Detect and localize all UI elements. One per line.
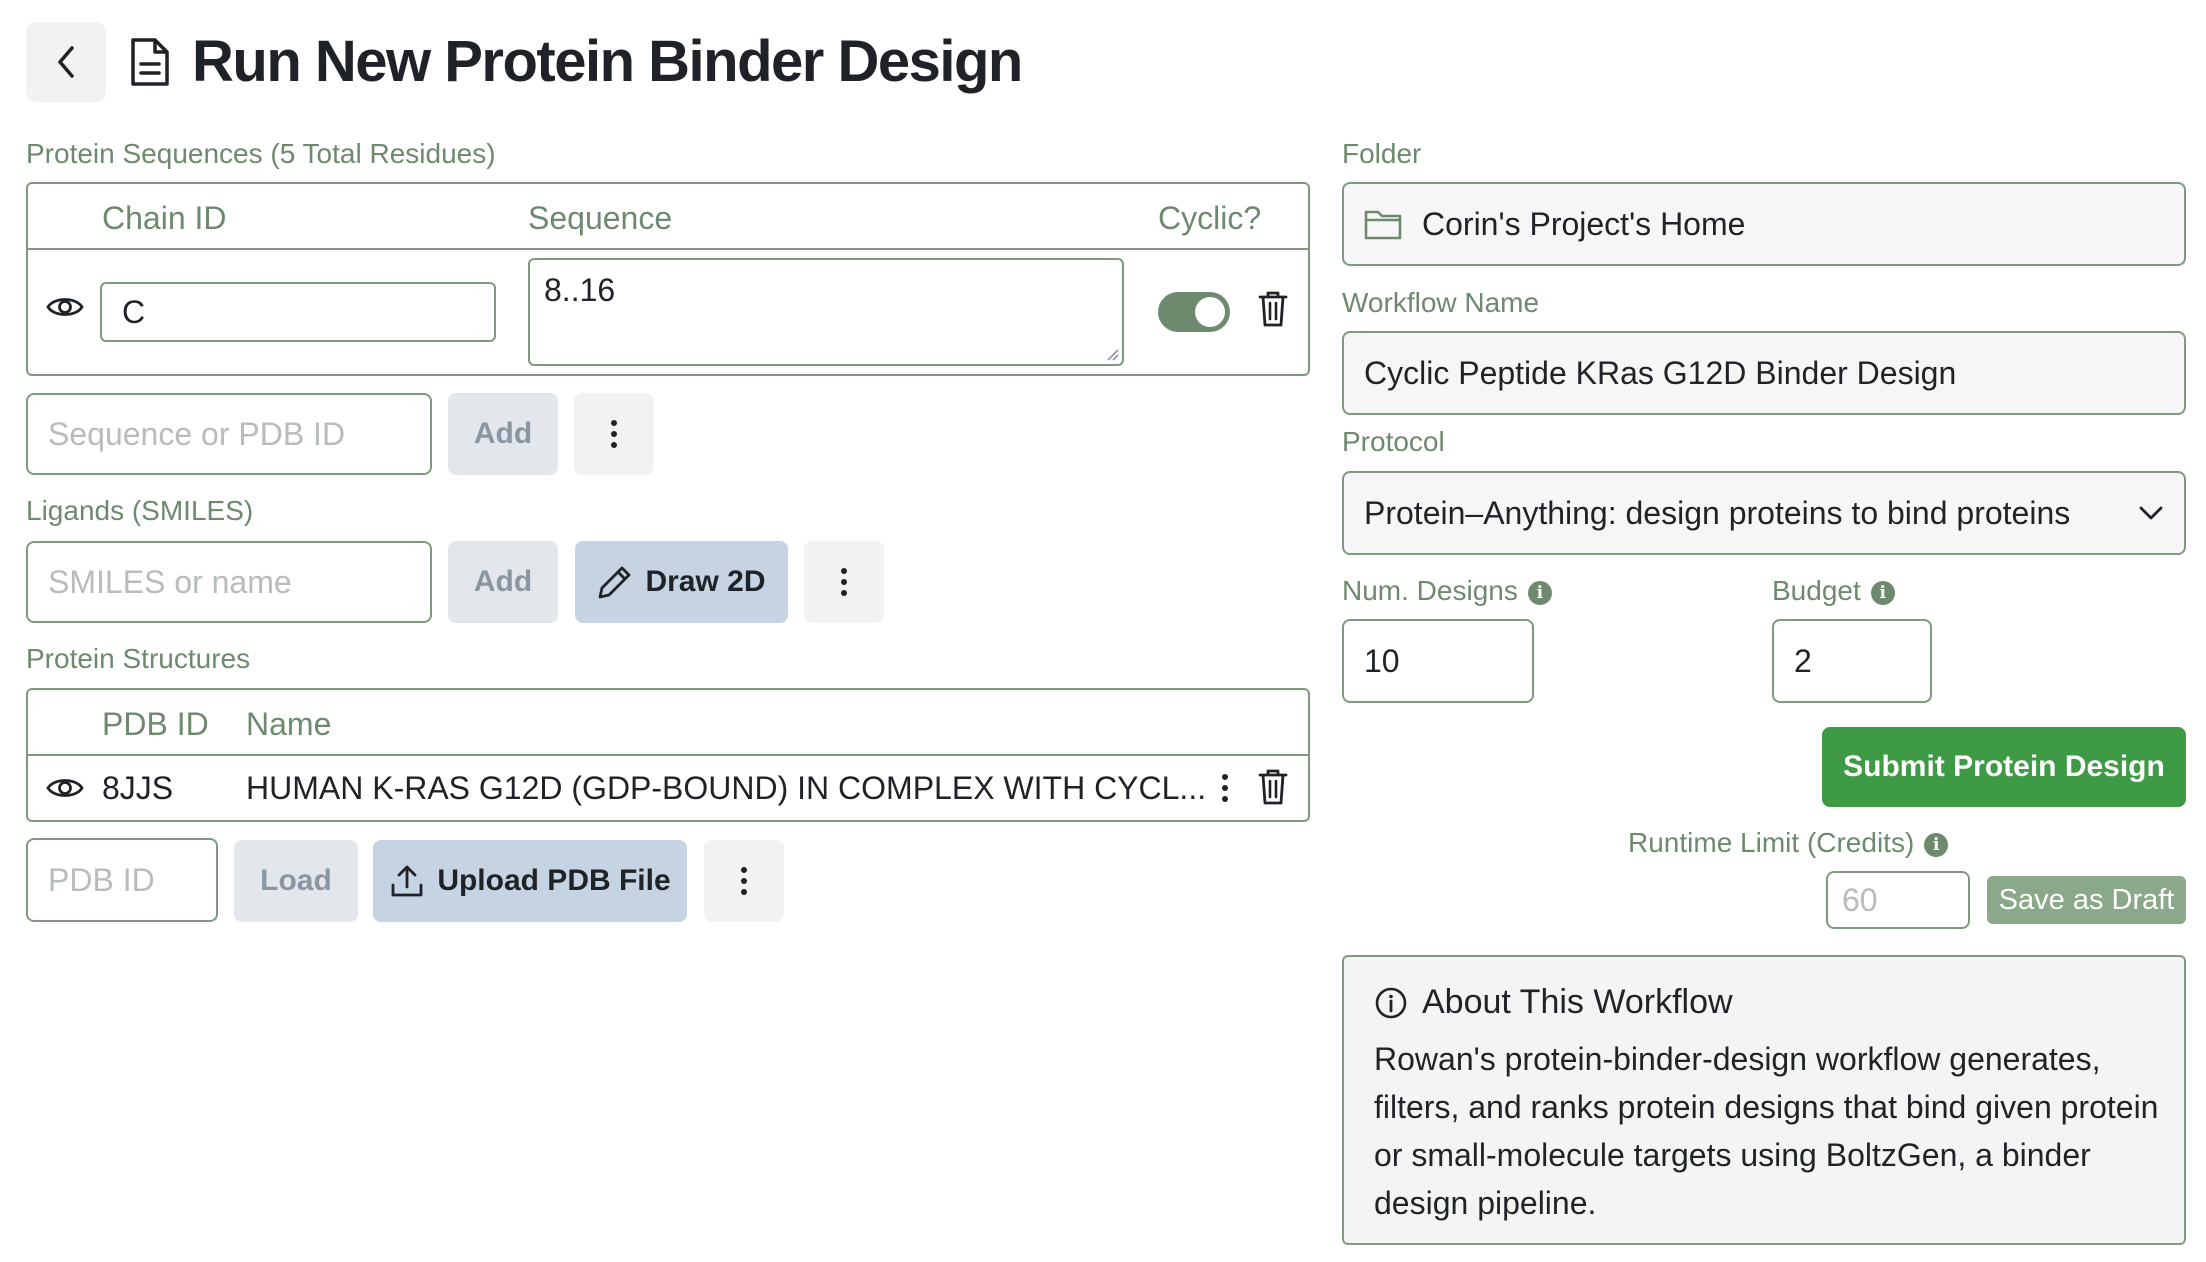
more-vertical-icon: [841, 568, 847, 596]
workflow-name-label: Workflow Name: [1342, 287, 1540, 318]
load-button[interactable]: Load: [234, 840, 358, 922]
table-header-divider: [28, 754, 1308, 756]
chain-id-input[interactable]: C: [100, 282, 496, 342]
protein-structures-label: Protein Structures: [26, 643, 251, 674]
sequence-textarea[interactable]: 8..16: [528, 258, 1124, 366]
table-header-divider: [28, 248, 1308, 250]
upload-icon: [391, 865, 423, 897]
ligands-label: Ligands (SMILES): [26, 495, 254, 526]
info-circle-icon: [1375, 987, 1407, 1018]
smiles-input[interactable]: SMILES or name: [26, 541, 432, 623]
draw-2d-label: Draw 2D: [645, 565, 766, 598]
pdb-id-placeholder: PDB ID: [48, 861, 155, 898]
more-vertical-icon: [611, 420, 617, 448]
runtime-limit-placeholder: 60: [1842, 881, 1878, 918]
chevron-down-icon: [2139, 506, 2163, 520]
structure-more-button[interactable]: [704, 840, 784, 922]
folder-label: Folder: [1342, 138, 1422, 169]
structure-more-icon[interactable]: [1221, 773, 1229, 808]
save-as-draft-button[interactable]: Save as Draft: [1987, 876, 2186, 924]
protocol-label: Protocol: [1342, 426, 1445, 457]
smiles-input-placeholder: SMILES or name: [48, 563, 292, 600]
info-icon[interactable]: i: [1870, 580, 1895, 605]
sequence-or-pdb-input[interactable]: Sequence or PDB ID: [26, 393, 432, 475]
structure-pdb-id: 8JJS: [102, 770, 174, 806]
info-icon[interactable]: i: [1527, 580, 1552, 605]
column-header-cyclic: Cyclic?: [1158, 200, 1262, 236]
back-button[interactable]: [26, 22, 106, 102]
info-icon[interactable]: i: [1924, 832, 1949, 857]
folder-select[interactable]: Corin's Project's Home: [1342, 182, 2186, 266]
folder-value: Corin's Project's Home: [1422, 205, 1746, 242]
budget-input[interactable]: 2: [1772, 619, 1932, 703]
resize-handle-icon[interactable]: [1105, 347, 1119, 361]
column-header-name: Name: [246, 706, 332, 742]
num-designs-label: Num. Designs i: [1342, 574, 1552, 608]
budget-label-text: Budget: [1772, 575, 1861, 606]
trash-icon[interactable]: [1258, 768, 1288, 811]
runtime-limit-label-text: Runtime Limit (Credits): [1628, 827, 1915, 858]
add-ligand-button[interactable]: Add: [448, 541, 558, 623]
upload-pdb-button[interactable]: Upload PDB File: [373, 840, 687, 922]
trash-icon[interactable]: [1258, 290, 1288, 333]
protocol-select[interactable]: Protein–Anything: design proteins to bin…: [1342, 471, 2186, 555]
about-title: About This Workflow: [1422, 983, 1733, 1021]
pdb-id-input[interactable]: PDB ID: [26, 838, 218, 922]
about-description: Rowan's protein-binder-design workflow g…: [1374, 1041, 2159, 1221]
submit-protein-design-button[interactable]: Submit Protein Design: [1822, 727, 2186, 807]
upload-pdb-label: Upload PDB File: [437, 864, 671, 897]
document-icon: [126, 34, 174, 90]
more-vertical-icon: [741, 867, 747, 895]
column-header-sequence: Sequence: [528, 200, 673, 236]
about-workflow-panel: About This Workflow Rowan's protein-bind…: [1342, 955, 2186, 1245]
protein-sequences-table: Chain ID Sequence Cyclic? C 8..16: [26, 182, 1310, 376]
cyclic-toggle[interactable]: [1158, 292, 1230, 332]
eye-icon[interactable]: [46, 294, 84, 325]
structure-name: HUMAN K-RAS G12D (GDP-BOUND) IN COMPLEX …: [246, 770, 1206, 806]
budget-label: Budget i: [1772, 574, 1895, 608]
protein-sequences-label: Protein Sequences (5 Total Residues): [26, 138, 496, 169]
pencil-icon: [599, 566, 631, 599]
column-header-pdb-id: PDB ID: [102, 706, 209, 742]
ligand-more-button[interactable]: [804, 541, 884, 623]
eye-icon[interactable]: [46, 775, 84, 806]
sequence-value: 8..16: [544, 272, 616, 308]
protocol-value: Protein–Anything: design proteins to bin…: [1364, 494, 2071, 531]
protein-structures-table: PDB ID Name 8JJS HUMAN K-RAS G12D (GDP-B…: [26, 688, 1310, 822]
sequence-input-placeholder: Sequence or PDB ID: [48, 415, 346, 452]
folder-icon: [1364, 210, 1402, 240]
workflow-name-input[interactable]: Cyclic Peptide KRas G12D Binder Design: [1342, 331, 2186, 415]
draw-2d-button[interactable]: Draw 2D: [575, 541, 788, 623]
num-designs-input[interactable]: 10: [1342, 619, 1534, 703]
runtime-limit-label: Runtime Limit (Credits) i: [1628, 826, 1949, 860]
about-header: About This Workflow: [1374, 983, 1733, 1022]
add-sequence-button[interactable]: Add: [448, 393, 558, 475]
page-title: Run New Protein Binder Design: [192, 29, 1023, 94]
num-designs-label-text: Num. Designs: [1342, 575, 1518, 606]
sequence-more-button[interactable]: [574, 393, 654, 475]
chevron-left-icon: [58, 46, 74, 78]
runtime-limit-input[interactable]: 60: [1826, 871, 1970, 929]
column-header-chain-id: Chain ID: [102, 200, 227, 236]
